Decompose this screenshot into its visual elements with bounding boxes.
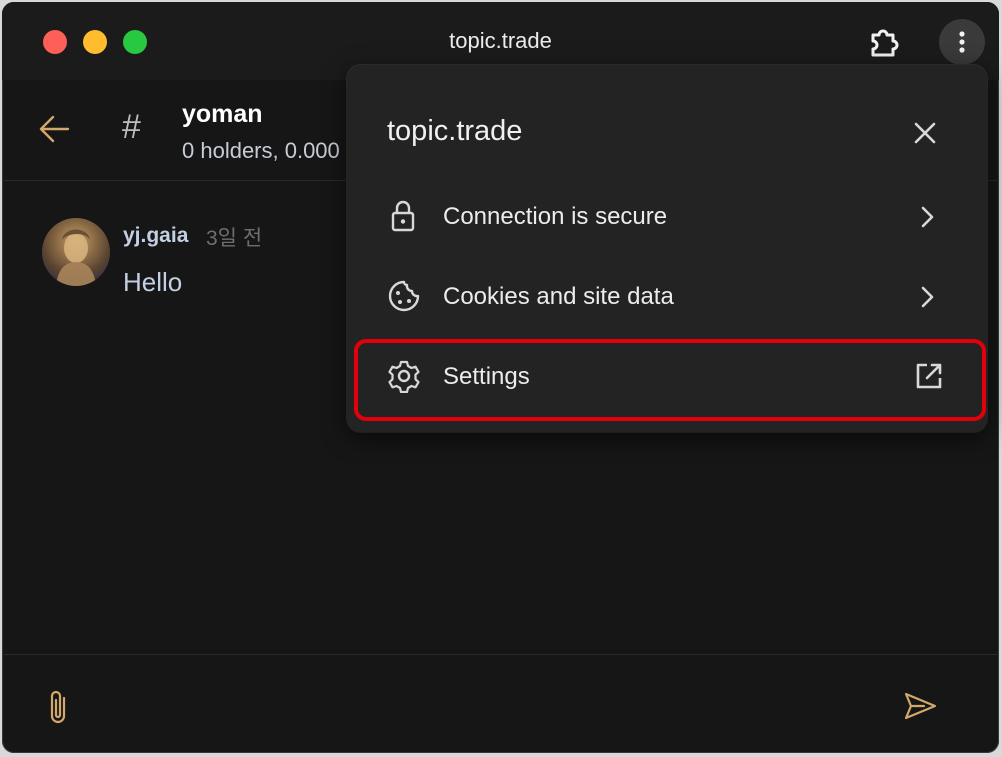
hash-icon: # (122, 108, 141, 146)
settings-label: Settings (443, 363, 530, 390)
gear-icon (388, 360, 420, 393)
cookie-icon (388, 280, 420, 312)
message-username[interactable]: yj.gaia (123, 224, 188, 248)
channel-name: yoman (182, 100, 263, 128)
settings-item[interactable]: Settings (357, 339, 977, 415)
more-menu-button[interactable] (939, 19, 985, 65)
window-title: topic.trade (449, 28, 552, 53)
connection-security-item[interactable]: Connection is secure (357, 179, 977, 255)
send-icon[interactable] (904, 691, 938, 721)
chevron-right-icon (921, 286, 934, 308)
close-icon[interactable] (912, 120, 938, 146)
extensions-button[interactable] (864, 22, 904, 62)
external-link-icon (916, 363, 942, 389)
channel-subtitle: 0 holders, 0.000 (182, 138, 340, 163)
site-info-popup: topic.trade Connection is secure Cookies… (347, 65, 987, 432)
more-vertical-icon (959, 31, 965, 53)
arrow-left-icon[interactable] (38, 114, 72, 144)
connection-security-label: Connection is secure (443, 203, 668, 230)
message-composer[interactable] (2, 654, 999, 753)
message-timestamp: 3일 전 (206, 227, 263, 250)
cookies-site-data-label: Cookies and site data (443, 283, 674, 310)
cookies-site-data-item[interactable]: Cookies and site data (357, 259, 977, 335)
popup-title: topic.trade (387, 115, 523, 147)
message-text: Hello (123, 267, 183, 297)
paperclip-icon[interactable] (44, 688, 74, 728)
puzzle-icon (871, 29, 899, 57)
avatar[interactable] (42, 218, 110, 286)
chevron-right-icon (921, 206, 934, 228)
lock-icon (391, 200, 415, 232)
